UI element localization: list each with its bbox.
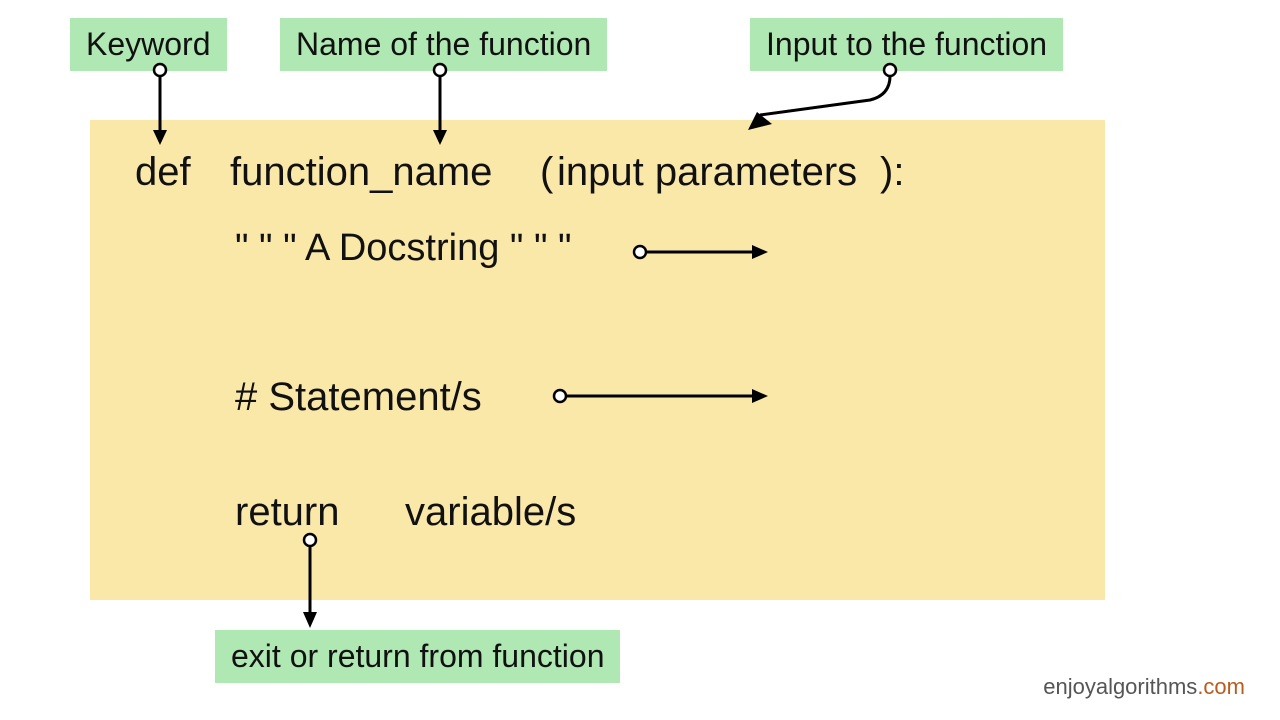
code-params-open: ( (540, 150, 553, 195)
code-params-text: input parameters (557, 150, 857, 195)
code-function-name: function_name (230, 150, 492, 195)
code-def-keyword: def (135, 150, 191, 195)
watermark-suffix: .com (1197, 674, 1245, 699)
code-statements: # Statement/s (235, 375, 482, 420)
code-return-variable: variable/s (405, 490, 576, 535)
code-params-close: ): (880, 150, 904, 195)
label-keyword: Keyword (70, 18, 227, 71)
watermark-prefix: enjoyalgorithms (1043, 674, 1197, 699)
code-docstring: " " " A Docstring " " " (235, 227, 572, 270)
code-return-keyword: return (235, 490, 340, 535)
code-block: def function_name ( input parameters ): … (90, 120, 1105, 600)
label-exit-return: exit or return from function (215, 630, 620, 683)
label-input-to-function: Input to the function (750, 18, 1063, 71)
label-name-of-function: Name of the function (280, 18, 607, 71)
watermark: enjoyalgorithms.com (1043, 674, 1245, 700)
